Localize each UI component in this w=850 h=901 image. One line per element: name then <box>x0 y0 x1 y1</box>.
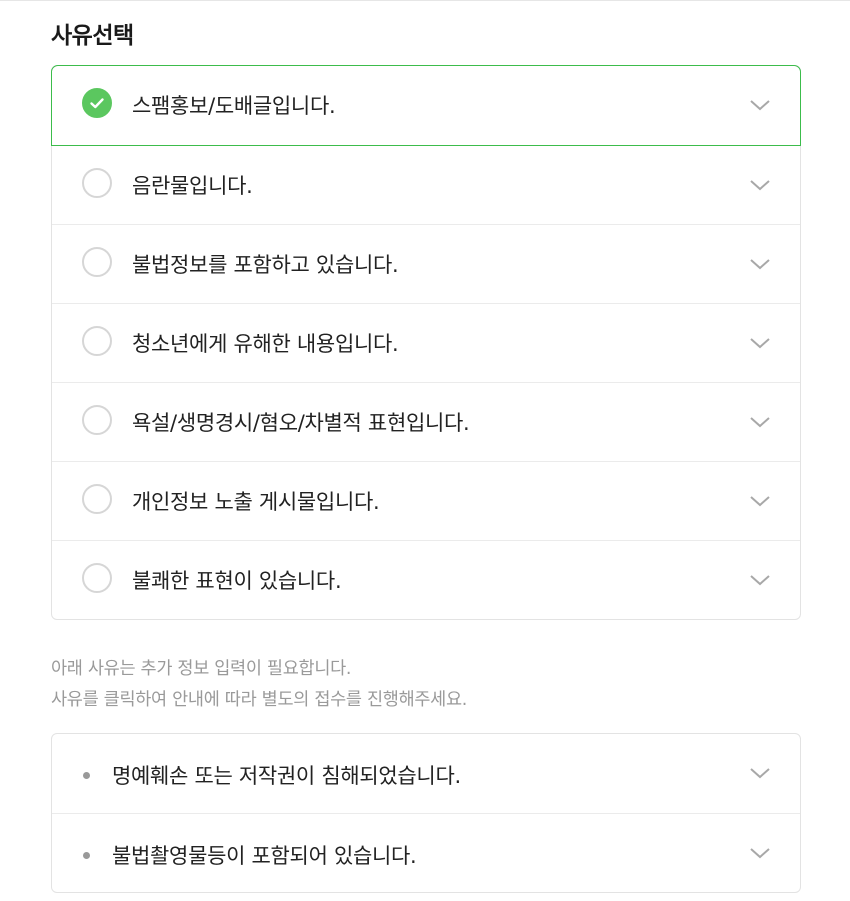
reason-label: 불쾌한 표현이 있습니다. <box>132 569 342 593</box>
reason-item-illegal-info[interactable]: 불법정보를 포함하고 있습니다. <box>52 224 800 303</box>
radio-button[interactable] <box>82 563 112 593</box>
chevron-down-icon[interactable] <box>749 573 771 587</box>
radio-button[interactable] <box>82 405 112 435</box>
radio-button[interactable] <box>82 484 112 514</box>
reason-item-youth-harmful[interactable]: 청소년에게 유해한 내용입니다. <box>52 303 800 382</box>
chevron-down-icon[interactable] <box>749 846 771 860</box>
radio-button[interactable] <box>82 326 112 356</box>
page-title: 사유선택 <box>51 23 134 49</box>
reason-item-offensive[interactable]: 불쾌한 표현이 있습니다. <box>52 540 800 619</box>
extra-reason-list: 명예훼손 또는 저작권이 침해되었습니다. 불법촬영물등이 포함되어 있습니다. <box>51 733 801 893</box>
reason-label: 스팸홍보/도배글입니다. <box>132 94 336 118</box>
reason-list: 스팸홍보/도배글입니다. 음란물입니다. 불법정보를 포함하고 있습니다. 청소… <box>51 65 801 620</box>
chevron-down-icon[interactable] <box>749 257 771 271</box>
notice-line-2: 사유를 클릭하여 안내에 따라 별도의 접수를 진행해주세요. <box>51 690 468 710</box>
reason-label: 음란물입니다. <box>132 174 253 198</box>
check-icon <box>90 98 104 109</box>
chevron-down-icon[interactable] <box>749 178 771 192</box>
reason-item-personal-info[interactable]: 개인정보 노출 게시물입니다. <box>52 461 800 540</box>
reason-label: 불법정보를 포함하고 있습니다. <box>132 253 399 277</box>
top-divider <box>0 0 850 1</box>
chevron-down-icon[interactable] <box>749 766 771 780</box>
chevron-down-icon[interactable] <box>749 415 771 429</box>
bullet-dot-icon <box>83 852 90 859</box>
reason-label: 개인정보 노출 게시물입니다. <box>132 490 380 514</box>
extra-reason-item-illegal-filming[interactable]: 불법촬영물등이 포함되어 있습니다. <box>52 813 800 892</box>
notice-line-1: 아래 사유는 추가 정보 입력이 필요합니다. <box>51 659 352 679</box>
chevron-down-icon[interactable] <box>749 494 771 508</box>
extra-reason-label: 불법촬영물등이 포함되어 있습니다. <box>112 844 417 868</box>
reason-item-spam[interactable]: 스팸홍보/도배글입니다. <box>51 65 801 146</box>
chevron-down-icon[interactable] <box>749 98 771 112</box>
radio-checked[interactable] <box>82 88 112 118</box>
radio-button[interactable] <box>82 168 112 198</box>
reason-item-obscene[interactable]: 음란물입니다. <box>52 145 800 224</box>
bullet-dot-icon <box>83 772 90 779</box>
reason-label: 청소년에게 유해한 내용입니다. <box>132 332 399 356</box>
reason-item-hate-speech[interactable]: 욕설/생명경시/혐오/차별적 표현입니다. <box>52 382 800 461</box>
radio-button[interactable] <box>82 247 112 277</box>
extra-info-notice: 아래 사유는 추가 정보 입력이 필요합니다. 사유를 클릭하여 안내에 따라 … <box>51 654 467 716</box>
reason-label: 욕설/생명경시/혐오/차별적 표현입니다. <box>132 411 470 435</box>
chevron-down-icon[interactable] <box>749 336 771 350</box>
extra-reason-label: 명예훼손 또는 저작권이 침해되었습니다. <box>112 764 461 788</box>
extra-reason-item-defamation[interactable]: 명예훼손 또는 저작권이 침해되었습니다. <box>52 734 800 813</box>
